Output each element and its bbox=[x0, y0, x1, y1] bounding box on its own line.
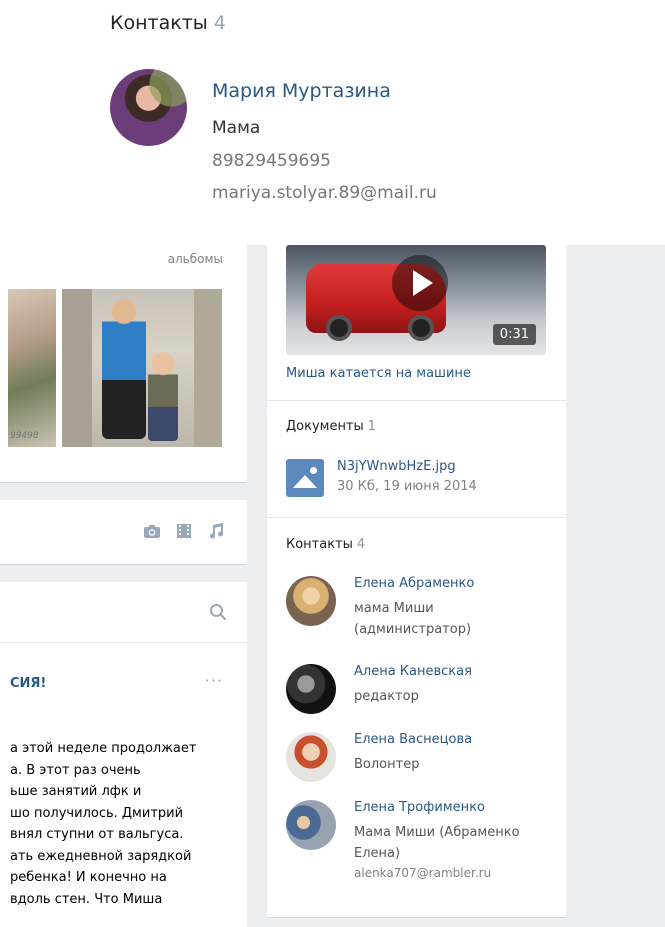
post-composer-attachments bbox=[0, 500, 247, 564]
wall-search-bar bbox=[0, 582, 247, 642]
album-photo[interactable] bbox=[62, 289, 222, 447]
contact-item: Алена Каневская редактор bbox=[286, 664, 556, 714]
documents-count: 1 bbox=[367, 419, 377, 434]
avatar[interactable] bbox=[110, 69, 187, 146]
contact-name-link[interactable]: Мария Муртазина bbox=[212, 80, 391, 102]
video-icon[interactable] bbox=[175, 522, 193, 540]
contact-desc: редактор bbox=[354, 689, 419, 704]
avatar[interactable] bbox=[286, 732, 336, 782]
contact-email: mariya.stolyar.89@mail.ru bbox=[212, 183, 437, 203]
contact-name-link[interactable]: Елена Абраменко bbox=[354, 576, 474, 591]
album-photo[interactable]: 99498 bbox=[8, 289, 56, 447]
contact-name-link[interactable]: Елена Трофименко bbox=[354, 800, 485, 815]
contact-item: Елена Абраменко мама Миши (администратор… bbox=[286, 576, 556, 646]
post-more-menu[interactable]: ··· bbox=[205, 671, 223, 690]
post-title[interactable]: СИЯ! bbox=[10, 676, 46, 691]
contact-desc: Волонтер bbox=[354, 757, 420, 772]
wall-post: СИЯ! ··· а этой неделе продолжает а. В эт… bbox=[0, 642, 247, 927]
contact-email: alenka707@rambler.ru bbox=[354, 866, 492, 880]
albums-block: альбомы 99498 bbox=[0, 245, 247, 482]
documents-header[interactable]: Документы 1 bbox=[286, 419, 376, 434]
music-icon[interactable] bbox=[207, 522, 225, 540]
contacts-header: Контакты 4 bbox=[110, 12, 226, 34]
contact-desc: мама Миши (администратор) bbox=[354, 601, 472, 637]
camera-icon[interactable] bbox=[143, 522, 161, 540]
contacts-section-title: Контакты bbox=[286, 537, 353, 552]
contact-phone: 89829459695 bbox=[212, 151, 331, 171]
contacts-section-header[interactable]: Контакты 4 bbox=[286, 537, 365, 552]
document-link[interactable]: N3jYWnwbHzE.jpg bbox=[337, 459, 456, 474]
contact-name-link[interactable]: Алена Каневская bbox=[354, 664, 472, 679]
contacts-title: Контакты bbox=[110, 12, 208, 34]
documents-title: Документы bbox=[286, 419, 364, 434]
avatar[interactable] bbox=[286, 664, 336, 714]
albums-link[interactable]: альбомы bbox=[168, 252, 223, 266]
community-page: альбомы 99498 СИЯ! ··· а этой неделе про… bbox=[0, 245, 665, 927]
image-file-icon[interactable] bbox=[286, 459, 324, 497]
contact-desc: Мама Миши (Абраменко Елена) bbox=[354, 825, 520, 861]
contact-name-link[interactable]: Елена Васнецова bbox=[354, 732, 472, 747]
video-thumbnail[interactable]: 0:31 bbox=[286, 245, 546, 355]
contacts-count: 4 bbox=[213, 12, 226, 34]
search-icon[interactable] bbox=[209, 603, 227, 621]
zoomed-contact-card: Контакты 4 Мария Муртазина Мама 898294596… bbox=[0, 0, 665, 245]
divider bbox=[267, 517, 566, 518]
contact-item: Елена Васнецова Волонтер bbox=[286, 732, 556, 782]
video-duration: 0:31 bbox=[492, 324, 536, 345]
play-icon[interactable] bbox=[392, 255, 448, 311]
contact-role: Мама bbox=[212, 118, 261, 138]
contact-item: Елена Трофименко Мама Миши (Абраменко Ел… bbox=[286, 800, 556, 900]
avatar[interactable] bbox=[286, 576, 336, 626]
avatar[interactable] bbox=[286, 800, 336, 850]
post-text: а этой неделе продолжает а. В этот раз оч… bbox=[10, 741, 197, 907]
document-meta: 30 Кб, 19 июня 2014 bbox=[337, 479, 477, 494]
video-title-link[interactable]: Миша катается на машине bbox=[286, 366, 471, 381]
photo-caption: 99498 bbox=[10, 431, 39, 441]
divider bbox=[267, 400, 566, 401]
contacts-section-count: 4 bbox=[356, 537, 366, 552]
right-sidebar: 0:31 Миша катается на машине Документы 1 … bbox=[267, 245, 566, 917]
